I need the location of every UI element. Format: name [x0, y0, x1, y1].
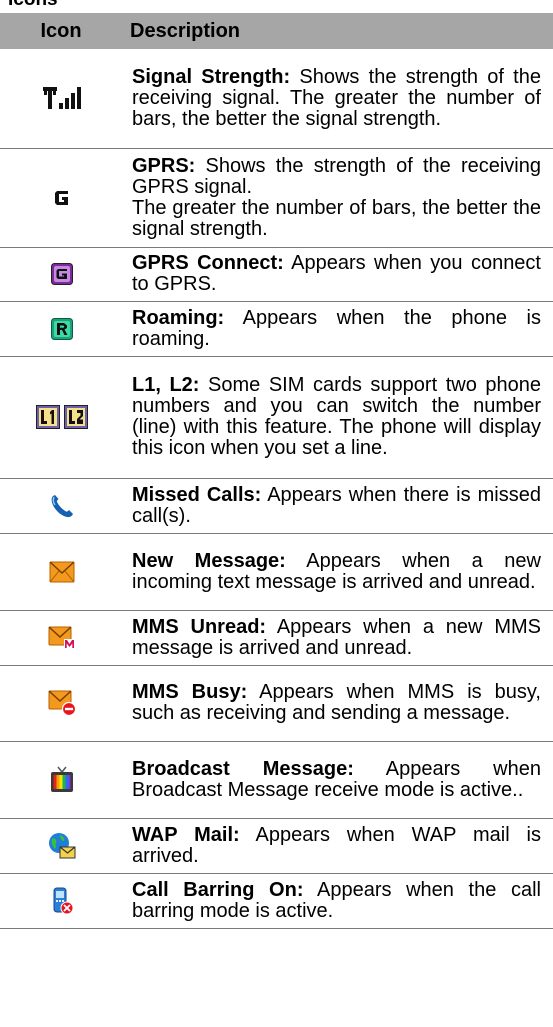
top-cut-text: Icons	[0, 0, 553, 10]
icon-cell	[0, 49, 124, 149]
roaming-icon	[51, 317, 73, 340]
mms-unread-icon	[48, 625, 75, 649]
header-icon-label: Icon	[40, 19, 82, 42]
table-row: Signal Strength: Shows the strength of t…	[0, 49, 553, 149]
icon-cell	[0, 148, 124, 248]
table-row: Call Barring On: Appears when the call b…	[0, 873, 553, 929]
line-l1-l2-icon	[36, 405, 88, 429]
row-title: Roaming:	[132, 306, 225, 329]
broadcast-message-icon	[51, 766, 73, 792]
table-row: GPRS Connect: Appears when you connect t…	[0, 247, 553, 302]
table-row: Missed Calls: Appears when there is miss…	[0, 478, 553, 534]
row-title: Call Barring On:	[132, 878, 304, 901]
table-row: New Message: Appears when a new incoming…	[0, 533, 553, 611]
row-title: GPRS:	[132, 154, 196, 177]
missed-calls-icon	[51, 494, 73, 517]
row-text-continued: The greater the number of bars, the bett…	[132, 196, 541, 240]
row-title: New Message:	[132, 549, 286, 572]
description-cell: GPRS: Shows the strength of the receivin…	[124, 148, 553, 248]
table-row: MMS Busy: Appears when MMS is busy, such…	[0, 665, 553, 742]
icon-cell	[0, 301, 124, 357]
description-cell: WAP Mail: Appears when WAP mail is arriv…	[124, 818, 553, 874]
icon-cell	[0, 247, 124, 302]
row-title: Signal Strength:	[132, 65, 291, 88]
row-title: WAP Mail:	[132, 823, 240, 846]
gprs-connect-icon	[51, 263, 73, 285]
icon-table: Signal Strength: Shows the strength of t…	[0, 49, 553, 929]
icon-cell	[0, 533, 124, 611]
table-row: Roaming: Appears when the phone is roami…	[0, 301, 553, 357]
gprs-icon	[55, 190, 68, 205]
new-message-icon	[49, 560, 75, 582]
signal-strength-icon	[43, 87, 81, 110]
row-title: GPRS Connect:	[132, 252, 284, 274]
row-title: Missed Calls:	[132, 483, 262, 506]
description-cell: GPRS Connect: Appears when you connect t…	[124, 247, 553, 302]
row-title: MMS Unread:	[132, 615, 267, 638]
mms-busy-icon	[48, 690, 76, 716]
description-cell: MMS Busy: Appears when MMS is busy, such…	[124, 665, 553, 742]
icon-cell	[0, 665, 124, 742]
table-row: L1, L2: Some SIM cards support two phone…	[0, 356, 553, 479]
wap-mail-icon	[49, 832, 76, 858]
description-cell: MMS Unread: Appears when a new MMS messa…	[124, 610, 553, 666]
description-cell: Call Barring On: Appears when the call b…	[124, 873, 553, 929]
table-row: WAP Mail: Appears when WAP mail is arriv…	[0, 818, 553, 874]
table-row: MMS Unread: Appears when a new MMS messa…	[0, 610, 553, 666]
icon-cell	[0, 356, 124, 479]
icon-cell	[0, 741, 124, 819]
table-row: GPRS: Shows the strength of the receivin…	[0, 148, 553, 248]
description-cell: Signal Strength: Shows the strength of t…	[124, 49, 553, 149]
icon-cell	[0, 478, 124, 534]
row-title: Broadcast Message:	[132, 757, 354, 780]
icon-cell	[0, 873, 124, 929]
description-cell: L1, L2: Some SIM cards support two phone…	[124, 356, 553, 479]
icon-cell	[0, 818, 124, 874]
description-cell: New Message: Appears when a new incoming…	[124, 533, 553, 611]
description-cell: Roaming: Appears when the phone is roami…	[124, 301, 553, 357]
row-title: MMS Busy:	[132, 681, 248, 703]
header-description-label: Description	[130, 19, 241, 42]
table-row: Broadcast Message: Appears when Broadcas…	[0, 741, 553, 819]
icon-cell	[0, 610, 124, 666]
description-cell: Missed Calls: Appears when there is miss…	[124, 478, 553, 534]
table-header: Icon Description	[0, 13, 553, 49]
row-title: L1, L2:	[132, 374, 200, 396]
call-barring-icon	[53, 887, 74, 914]
description-cell: Broadcast Message: Appears when Broadcas…	[124, 741, 553, 819]
